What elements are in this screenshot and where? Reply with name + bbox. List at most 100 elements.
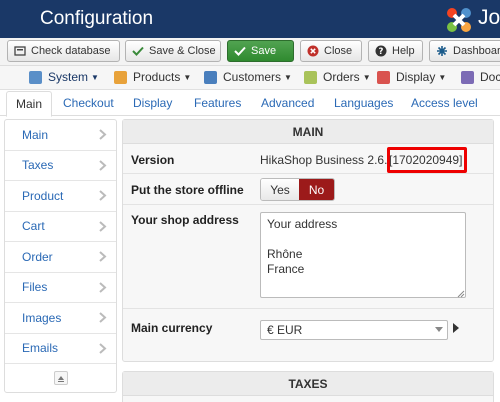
help-label: Help — [392, 45, 415, 57]
wrench-icon — [29, 70, 42, 84]
currency-expand-icon[interactable] — [452, 322, 460, 334]
sidebar-item-label: Images — [22, 310, 62, 325]
database-check-icon — [14, 46, 26, 56]
version-build-code: [1702020949] — [389, 153, 463, 167]
panel-heading-taxes: TAXES — [123, 372, 493, 396]
check-database-label: Check database — [31, 45, 111, 57]
help-button[interactable]: ? Help — [368, 40, 423, 62]
app-header: Configuration Jo — [0, 0, 500, 38]
shop-address-textarea[interactable]: Your address Rhône France — [260, 212, 466, 298]
resize-handle-icon[interactable] — [457, 290, 465, 298]
offline-label: Put the store offline — [131, 183, 244, 197]
box-icon — [114, 70, 127, 84]
sidebar-item-label: Product — [22, 188, 64, 203]
chevron-down-icon: ▼ — [284, 72, 292, 82]
save-button[interactable]: Save — [227, 40, 294, 62]
sidebar-item-emails[interactable]: Emails — [5, 334, 116, 364]
dashboard-button[interactable]: Dashboard — [429, 40, 500, 62]
sidebar-item-order[interactable]: Order — [5, 242, 116, 273]
version-value: HikaShop Business 2.6. — [260, 153, 388, 167]
currency-selected-value: € EUR — [267, 323, 303, 337]
joomla-logo-icon — [447, 8, 471, 32]
display-icon — [377, 70, 390, 84]
menu-products-label: Products — [133, 70, 181, 84]
sidebar-item-label: Main — [22, 127, 49, 142]
page-title: Configuration — [40, 8, 154, 29]
config-tabs: Main Checkout Display Features Advanced … — [0, 90, 500, 117]
menu-docs-label: Doc — [480, 70, 500, 84]
sidebar-item-label: Files — [22, 280, 48, 295]
dashboard-label: Dashboard — [453, 45, 500, 57]
sidebar-item-label: Order — [22, 249, 53, 264]
menu-docs[interactable]: Doc — [461, 70, 500, 84]
menu-system-label: System — [48, 70, 89, 84]
chevron-right-icon — [99, 129, 107, 140]
checkmark-icon — [234, 46, 246, 56]
toolbar: Check database Save & Close Save Close ?… — [0, 38, 500, 66]
chevron-right-icon — [99, 159, 107, 171]
save-close-button[interactable]: Save & Close — [125, 40, 221, 62]
docs-icon — [461, 70, 474, 84]
tab-checkout[interactable]: Checkout — [63, 96, 114, 110]
question-circle-icon: ? — [375, 45, 387, 57]
scroll-top-control[interactable] — [5, 364, 116, 392]
component-menubar: System ▼ Products ▼ Customers ▼ Orders ▼… — [0, 66, 500, 90]
tab-display[interactable]: Display — [133, 96, 172, 110]
menu-customers-label: Customers — [223, 70, 282, 84]
address-label: Your shop address — [131, 213, 239, 227]
check-database-button[interactable]: Check database — [7, 40, 120, 62]
chevron-right-icon — [99, 190, 107, 201]
chevron-right-icon — [99, 342, 107, 354]
divider — [123, 308, 493, 309]
tab-advanced[interactable]: Advanced — [261, 96, 314, 110]
sidebar-item-cart[interactable]: Cart — [5, 212, 116, 242]
menu-system[interactable]: System ▼ — [21, 67, 137, 90]
chevron-down-icon: ▼ — [183, 72, 192, 82]
svg-text:?: ? — [379, 47, 384, 57]
sidebar-item-label: Taxes — [22, 158, 54, 173]
menu-customers[interactable]: Customers ▼ — [204, 70, 292, 84]
tab-features[interactable]: Features — [194, 96, 241, 110]
tab-main[interactable]: Main — [6, 91, 53, 117]
tab-access-level[interactable]: Access level — [411, 96, 478, 110]
users-icon — [204, 70, 217, 84]
sidebar-item-files[interactable]: Files — [5, 273, 116, 303]
close-button[interactable]: Close — [300, 40, 362, 62]
chevron-down-icon: ▼ — [362, 72, 371, 82]
checkmark-icon — [132, 46, 144, 56]
chevron-down-icon: ▼ — [91, 72, 99, 82]
save-label: Save — [251, 45, 277, 57]
sidebar-item-main[interactable]: Main — [5, 120, 116, 151]
divider — [123, 173, 493, 174]
offline-yes-option[interactable]: Yes — [261, 179, 299, 200]
currency-label: Main currency — [131, 321, 213, 335]
sidebar-item-images[interactable]: Images — [5, 303, 116, 334]
menu-orders[interactable]: Orders ▼ — [304, 70, 371, 84]
chevron-right-icon — [99, 220, 107, 232]
chevron-right-icon — [99, 281, 107, 293]
chevron-right-icon — [99, 312, 107, 323]
menu-display[interactable]: Display ▼ — [377, 70, 446, 84]
logo-text: Jo — [478, 6, 500, 29]
panel-heading-main: MAIN — [123, 120, 493, 144]
menu-orders-label: Orders — [323, 70, 360, 84]
store-offline-toggle: Yes No — [260, 178, 335, 201]
divider — [123, 204, 493, 205]
sidebar-item-product[interactable]: Product — [5, 181, 116, 212]
close-circle-icon — [307, 45, 319, 57]
chevron-down-icon — [435, 327, 443, 332]
taxes-settings-panel: TAXES — [122, 371, 494, 402]
sidebar-item-label: Cart — [22, 219, 45, 234]
main-currency-select[interactable]: € EUR — [260, 320, 448, 340]
menu-products[interactable]: Products ▼ — [114, 70, 191, 84]
offline-no-option[interactable]: No — [299, 179, 334, 200]
chevron-down-icon: ▼ — [438, 72, 447, 82]
version-label: Version — [131, 153, 175, 167]
sidebar-item-label: Emails — [22, 341, 59, 356]
save-close-label: Save & Close — [149, 45, 216, 57]
sidebar-item-taxes[interactable]: Taxes — [5, 151, 116, 181]
scroll-top-icon — [53, 371, 68, 385]
main-settings-panel: MAIN Version HikaShop Business 2.6. [170… — [122, 119, 494, 362]
section-sidebar: Main Taxes Product Cart Order Files Imag… — [4, 119, 117, 393]
tab-languages[interactable]: Languages — [334, 96, 393, 110]
